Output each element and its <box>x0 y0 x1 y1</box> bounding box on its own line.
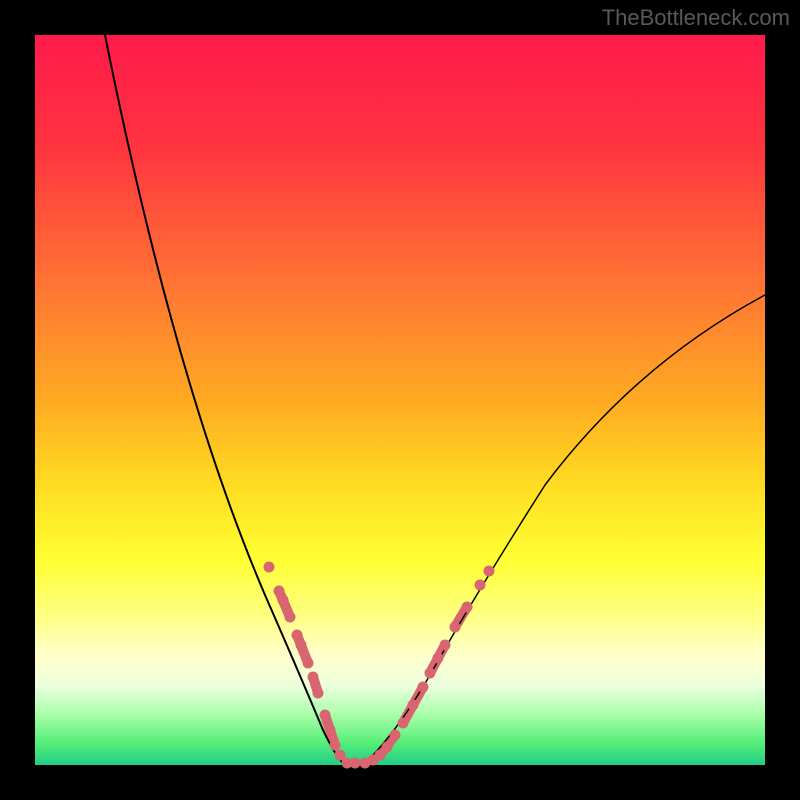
data-marker <box>350 758 360 768</box>
data-marker <box>382 742 392 752</box>
data-marker <box>320 710 330 720</box>
data-marker <box>462 602 472 612</box>
data-marker <box>425 668 435 678</box>
data-marker <box>418 682 428 692</box>
chart-svg <box>35 35 765 765</box>
data-marker <box>398 718 408 728</box>
data-marker <box>303 658 313 668</box>
data-marker <box>375 750 385 760</box>
data-marker <box>325 725 335 735</box>
data-marker <box>335 750 345 760</box>
data-marker <box>278 595 288 605</box>
data-marker <box>292 630 302 640</box>
plot-area <box>35 35 765 765</box>
data-marker <box>285 612 295 622</box>
data-marker <box>264 562 274 572</box>
data-marker <box>274 586 284 596</box>
data-marker <box>450 622 460 632</box>
data-marker <box>475 580 485 590</box>
data-marker <box>408 700 418 710</box>
watermark-text: TheBottleneck.com <box>602 5 790 31</box>
data-marker <box>433 653 443 663</box>
data-marker <box>390 730 400 740</box>
data-marker <box>296 640 306 650</box>
data-marker <box>484 566 494 576</box>
data-marker <box>330 740 340 750</box>
data-marker <box>313 688 323 698</box>
gradient-background <box>35 35 765 765</box>
data-marker <box>440 640 450 650</box>
chart-container: TheBottleneck.com <box>0 0 800 800</box>
data-marker <box>308 672 318 682</box>
